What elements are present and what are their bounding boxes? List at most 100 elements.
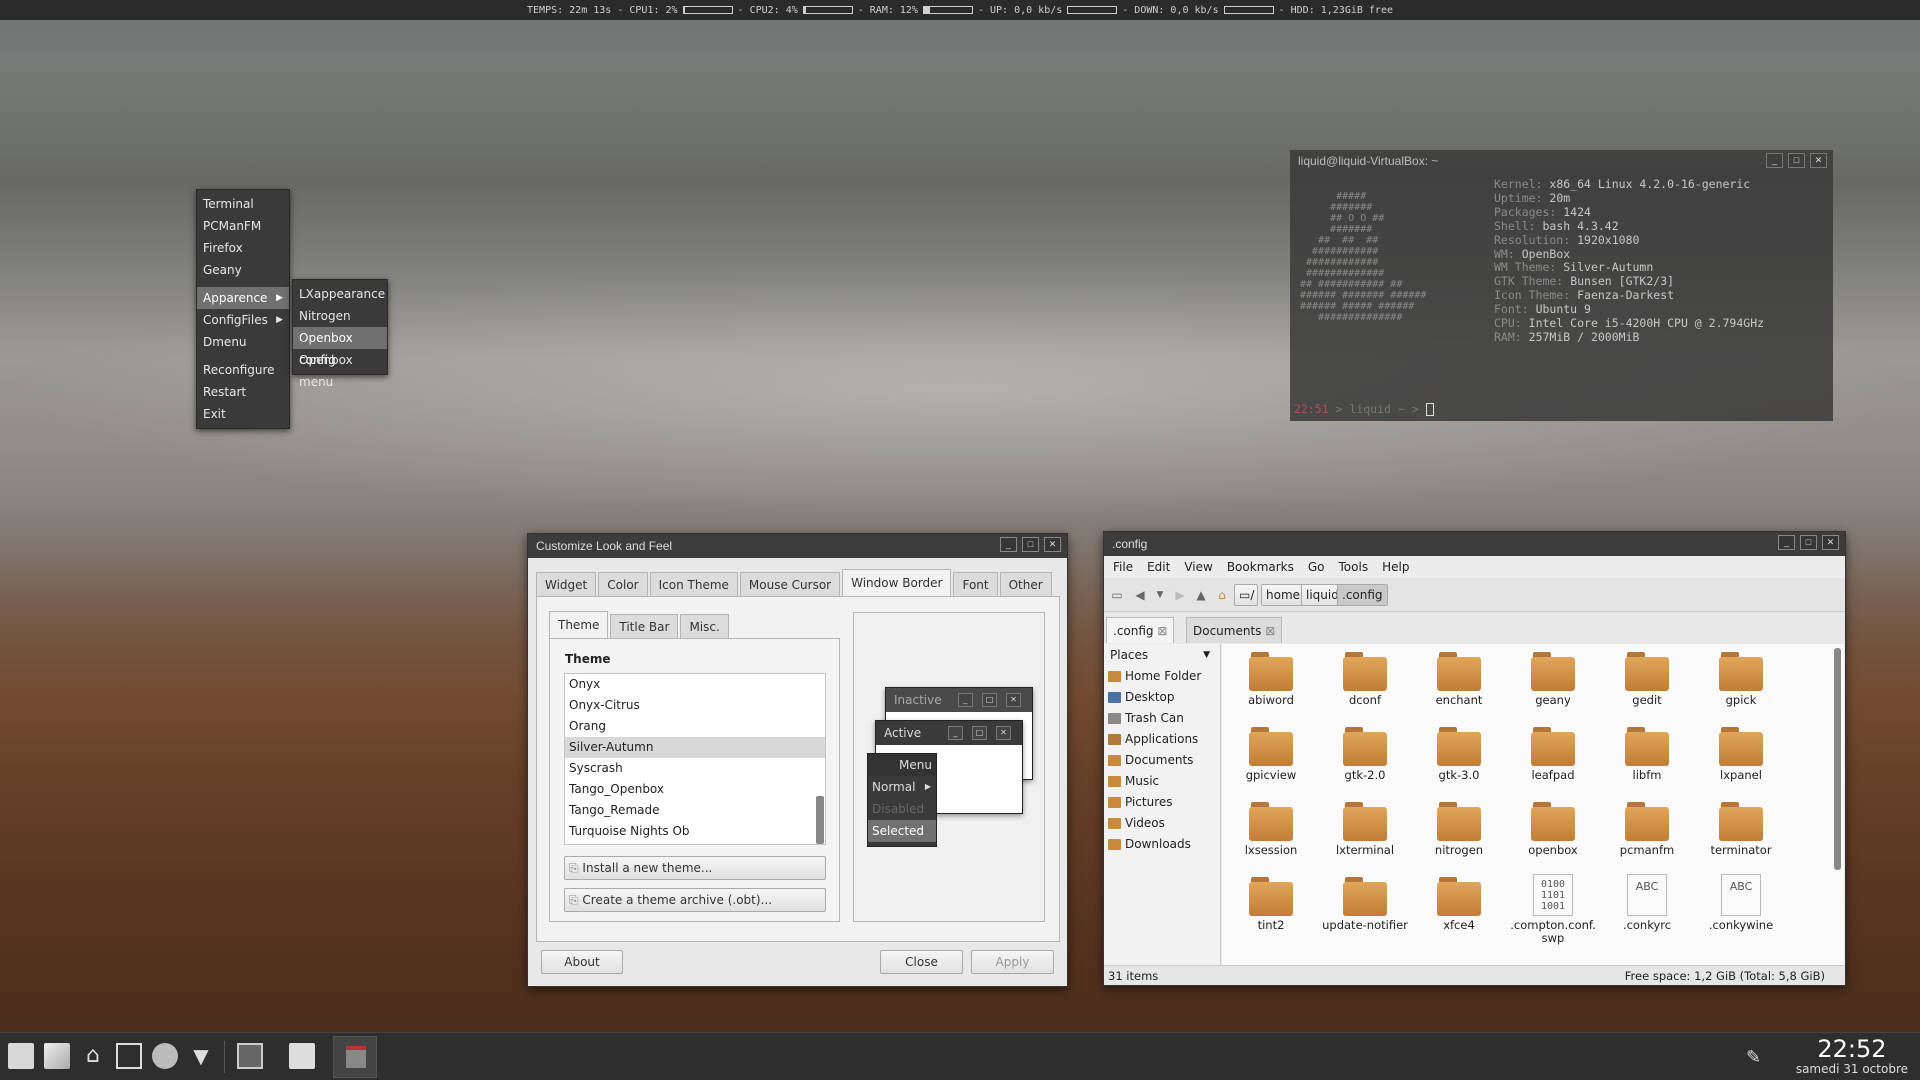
pcmanfm-titlebar[interactable]: .config _ □ ✕	[1104, 532, 1845, 556]
tab-icon-theme[interactable]: Icon Theme	[649, 572, 738, 596]
file-item[interactable]: 0100 1101 1001 .compton.conf.swp	[1506, 874, 1600, 949]
menu-tools[interactable]: Tools	[1332, 556, 1376, 578]
file-item[interactable]: nitrogen	[1412, 799, 1506, 874]
file-item[interactable]: gpick	[1694, 649, 1788, 724]
places-item[interactable]: Pictures	[1104, 792, 1220, 813]
lxappearance-titlebar[interactable]: Customize Look and Feel _ □ ✕	[528, 534, 1067, 558]
menu-item-pcmanfm[interactable]: PCManFM	[197, 215, 289, 237]
places-item[interactable]: Videos	[1104, 813, 1220, 834]
menu-item-lxappearance[interactable]: LXappearance	[293, 283, 387, 305]
places-item[interactable]: Trash Can	[1104, 708, 1220, 729]
menu-item-firefox[interactable]: Firefox	[197, 237, 289, 259]
file-item[interactable]: ABC .conkywine	[1694, 874, 1788, 949]
theme-list-item[interactable]: Tango_Openbox	[565, 779, 825, 800]
tab-widget[interactable]: Widget	[536, 572, 597, 596]
file-item[interactable]: openbox	[1506, 799, 1600, 874]
file-item[interactable]: libfm	[1600, 724, 1694, 799]
task-terminal-button[interactable]	[333, 1036, 377, 1078]
maximize-button[interactable]: □	[1800, 535, 1817, 550]
path-home-button[interactable]: home	[1261, 584, 1306, 606]
menu-item-terminal[interactable]: Terminal	[197, 193, 289, 215]
subtab-title-bar[interactable]: Title Bar	[610, 614, 679, 638]
file-item[interactable]: dconf	[1318, 649, 1412, 724]
theme-list-item[interactable]: Syscrash	[565, 758, 825, 779]
file-item[interactable]: gtk-3.0	[1412, 724, 1506, 799]
file-item[interactable]: tint2	[1224, 874, 1318, 949]
places-item[interactable]: Downloads	[1104, 834, 1220, 855]
theme-list-item[interactable]: Onyx	[565, 674, 825, 695]
menu-bookmarks[interactable]: Bookmarks	[1220, 556, 1301, 578]
tab-window-border[interactable]: Window Border	[842, 569, 952, 596]
theme-list-item-selected[interactable]: Silver-Autumn	[565, 737, 825, 758]
places-item[interactable]: Desktop	[1104, 687, 1220, 708]
file-item[interactable]: lxterminal	[1318, 799, 1412, 874]
minimize-button[interactable]: _	[1766, 153, 1783, 168]
close-button[interactable]: ✕	[1044, 537, 1061, 552]
theme-list-item[interactable]: Orang	[565, 716, 825, 737]
file-item[interactable]: gedit	[1600, 649, 1694, 724]
theme-list-item[interactable]: Onyx-Citrus	[565, 695, 825, 716]
places-item[interactable]: Documents	[1104, 750, 1220, 771]
places-item[interactable]: Home Folder	[1104, 666, 1220, 687]
settings-launcher-icon[interactable]	[152, 1043, 178, 1069]
close-button[interactable]: ✕	[1810, 153, 1827, 168]
menu-go[interactable]: Go	[1301, 556, 1332, 578]
tab-other[interactable]: Other	[999, 572, 1052, 596]
forward-icon[interactable]: ▶	[1171, 584, 1189, 606]
file-item[interactable]: gpicview	[1224, 724, 1318, 799]
file-item[interactable]: pcmanfm	[1600, 799, 1694, 874]
home-launcher-icon[interactable]: ⌂	[80, 1043, 106, 1069]
text-editor-launcher-icon[interactable]	[44, 1043, 70, 1069]
task-pcmanfm-icon[interactable]	[289, 1043, 315, 1069]
tab-font[interactable]: Font	[953, 572, 998, 596]
theme-list-scrollbar[interactable]	[816, 796, 824, 844]
pcmanfm-window[interactable]: .config _ □ ✕ File Edit View Bookmarks G…	[1103, 531, 1846, 986]
file-item[interactable]: terminator	[1694, 799, 1788, 874]
menu-item-geany[interactable]: Geany	[197, 259, 289, 281]
theme-list-item[interactable]: Turquoise Nights Ob	[565, 821, 825, 842]
places-item[interactable]: Music	[1104, 771, 1220, 792]
task-lxappearance-icon[interactable]	[237, 1043, 263, 1069]
install-theme-button[interactable]: ⎘ Install a new theme...	[564, 856, 826, 880]
home-icon[interactable]: ⌂	[1213, 584, 1231, 606]
terminal-titlebar[interactable]: liquid@liquid-VirtualBox: ~ _ □ ✕	[1290, 150, 1833, 172]
file-item[interactable]: lxsession	[1224, 799, 1318, 874]
subtab-misc[interactable]: Misc.	[680, 614, 729, 638]
menu-item-exit[interactable]: Exit	[197, 403, 289, 425]
file-item[interactable]: update-notifier	[1318, 874, 1412, 949]
tab-config[interactable]: .config ⊠	[1106, 617, 1175, 643]
file-item[interactable]: enchant	[1412, 649, 1506, 724]
tab-documents[interactable]: Documents ⊠	[1186, 617, 1283, 643]
about-button[interactable]: About	[541, 950, 623, 974]
file-manager-launcher-icon[interactable]	[8, 1043, 34, 1069]
menu-item-reconfigure[interactable]: Reconfigure	[197, 359, 289, 381]
close-tab-icon[interactable]: ⊠	[1265, 624, 1275, 638]
subtab-theme[interactable]: Theme	[549, 611, 609, 638]
path-config-button[interactable]: .config	[1337, 584, 1388, 606]
shell-prompt[interactable]: 22:51 > liquid ~ >	[1294, 402, 1434, 416]
file-item[interactable]: abiword	[1224, 649, 1318, 724]
tab-color[interactable]: Color	[598, 572, 648, 596]
close-tab-icon[interactable]: ⊠	[1157, 624, 1167, 638]
lxappearance-window[interactable]: Customize Look and Feel _ □ ✕ Widget Col…	[527, 533, 1068, 987]
menu-help[interactable]: Help	[1375, 556, 1416, 578]
menu-view[interactable]: View	[1177, 556, 1219, 578]
menu-item-apparence[interactable]: Apparence ▶	[197, 287, 289, 309]
history-dropdown-icon[interactable]: ▼	[1151, 584, 1169, 606]
file-item[interactable]: leafpad	[1506, 724, 1600, 799]
new-window-icon[interactable]: ▭	[1108, 584, 1126, 606]
minimize-button[interactable]: _	[1778, 535, 1795, 550]
file-item[interactable]: geany	[1506, 649, 1600, 724]
create-archive-button[interactable]: ⎘ Create a theme archive (.obt)...	[564, 888, 826, 912]
network-tray-icon[interactable]: ✎	[1746, 1047, 1761, 1068]
menu-item-openbox-menu[interactable]: Openbox menu	[293, 349, 387, 389]
menu-item-openbox-config[interactable]: Openbox config	[293, 327, 387, 367]
theme-list[interactable]: Onyx Onyx-Citrus Orang Silver-Autumn Sys…	[564, 673, 826, 845]
maximize-button[interactable]: □	[1788, 153, 1805, 168]
file-item[interactable]: lxpanel	[1694, 724, 1788, 799]
close-button[interactable]: ✕	[1822, 535, 1839, 550]
clock[interactable]: 22:52 samedi 31 octobre	[1796, 1036, 1908, 1076]
up-icon[interactable]: ▲	[1192, 584, 1210, 606]
file-item[interactable]: ABC .conkyrc	[1600, 874, 1694, 949]
terminator-launcher-icon[interactable]: ▼	[188, 1043, 214, 1069]
